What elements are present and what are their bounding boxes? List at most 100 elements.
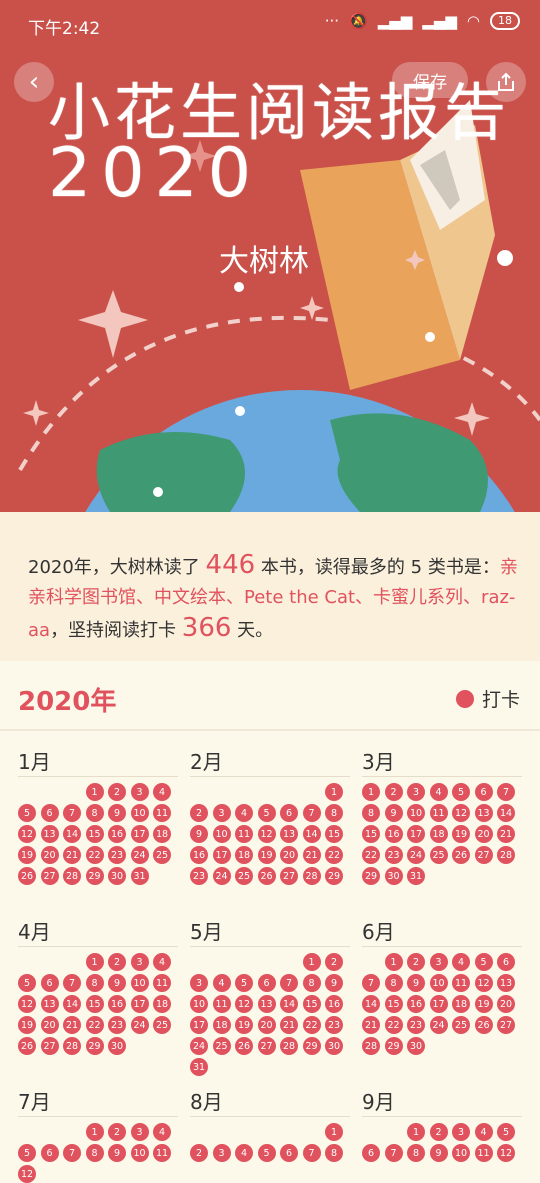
checkin-day: 20	[257, 1016, 276, 1034]
legend-label: 打卡	[481, 689, 520, 711]
checkin-day: 4	[212, 974, 231, 992]
checkin-day: 12	[257, 825, 276, 843]
day-grid: 1 2 3 4 5 6 7 8 9 10 11 12 13 14 15 16 17 18 19 20 21 22 23 24 2…	[18, 953, 178, 1055]
checkin-day: 7	[302, 1144, 321, 1162]
checkin-day: 2	[108, 1123, 126, 1141]
checkin-day: 22	[302, 1016, 321, 1034]
checkin-day: 5	[18, 804, 36, 822]
checkin-day: 29	[384, 1037, 403, 1055]
back-button[interactable]: ‹	[14, 62, 54, 102]
empty-cell	[362, 953, 380, 971]
empty-cell	[213, 953, 231, 971]
checkin-day: 17	[429, 995, 448, 1013]
checkin-day: 11	[153, 1144, 171, 1162]
checkin-day: 3	[407, 783, 425, 801]
globe-land-2	[330, 413, 488, 512]
star-3	[454, 402, 490, 436]
checkin-day: 17	[190, 1016, 208, 1034]
checkin-day: 1	[85, 953, 104, 971]
checkin-day: 20	[280, 846, 298, 864]
checkin-day: 5	[474, 953, 493, 971]
checkin-day: 24	[212, 867, 231, 885]
save-button[interactable]: 保存	[392, 62, 468, 98]
calendar-year: 2020年	[18, 687, 117, 717]
checkin-day: 26	[235, 1037, 253, 1055]
checkin-day: 23	[384, 846, 403, 864]
checkin-day: 18	[153, 825, 171, 843]
calendar-header: 2020年 打卡	[0, 661, 540, 729]
checkin-day: 15	[85, 995, 104, 1013]
summary-part1: 2020年，大树林读了	[28, 557, 200, 578]
checkin-day: 3	[190, 974, 208, 992]
share-button[interactable]	[486, 62, 526, 102]
checkin-day: 19	[452, 825, 470, 843]
checkin-day: 28	[497, 846, 515, 864]
checkin-day: 26	[452, 846, 470, 864]
checkin-day: 14	[497, 804, 515, 822]
checkin-day: 12	[497, 1144, 515, 1162]
day-grid: 1 2 3 4 5 6 7 8 9 10 11 12 13 14 15 16 17 18 19 20 21 22 23 24 2…	[362, 953, 522, 1055]
empty-cell	[385, 1123, 403, 1141]
checkin-day: 25	[153, 1016, 171, 1034]
checkin-day: 28	[280, 1037, 298, 1055]
checkin-day: 11	[153, 804, 171, 822]
checkin-day: 2	[108, 783, 126, 801]
report-year: 2020	[48, 134, 262, 213]
day-grid: 1 2 3 4 5 6 7 8 9 10 11 12 13 14 15 16 17 18 19 20 21 22 23 24 2…	[18, 783, 178, 885]
day-grid: 1 2345678	[190, 1123, 350, 1162]
checkin-day: 7	[302, 804, 321, 822]
checkin-day: 4	[153, 783, 171, 801]
summary-part4: 天。	[237, 620, 274, 641]
checkin-dot-icon	[455, 689, 474, 708]
checkin-day: 29	[362, 867, 380, 885]
day-grid: 1 2 3 4 5 6 7 8 9 10 11 12 13 14 15 16 17 18 19 20 21 22 23 24 2…	[190, 783, 350, 885]
checkin-day: 13	[474, 804, 493, 822]
checkin-day: 27	[474, 846, 493, 864]
checkin-day: 12	[18, 995, 36, 1013]
checkin-day: 4	[474, 1123, 493, 1141]
checkin-day: 28	[63, 867, 81, 885]
checkin-day: 21	[280, 1016, 298, 1034]
checkin-day: 16	[407, 995, 425, 1013]
checkin-day: 7	[63, 804, 81, 822]
star-2	[23, 400, 49, 426]
checkin-day: 6	[474, 783, 493, 801]
checkin-day: 5	[497, 1123, 515, 1141]
checkin-day: 11	[235, 825, 253, 843]
checkin-day: 17	[130, 995, 149, 1013]
checkin-day: 7	[497, 783, 515, 801]
checkin-day: 31	[130, 867, 149, 885]
checkin-day: 19	[474, 995, 493, 1013]
checkin-day: 1	[85, 783, 104, 801]
checkin-day: 3	[130, 783, 149, 801]
checkin-day: 30	[108, 867, 126, 885]
checkin-day: 23	[108, 1016, 126, 1034]
checkin-day: 24	[407, 846, 425, 864]
empty-cell	[190, 783, 208, 801]
more-dots-icon: ···	[324, 12, 339, 30]
checkin-day: 1	[407, 1123, 425, 1141]
checkin-day: 18	[452, 995, 470, 1013]
checkin-day: 12	[235, 995, 253, 1013]
month-label: 9月	[362, 1086, 522, 1117]
checkin-day: 14	[280, 995, 298, 1013]
checkin-day: 23	[108, 846, 126, 864]
checkin-day: 15	[384, 995, 403, 1013]
checkin-day: 7	[280, 974, 298, 992]
month-calendar: 3月 1 2 3 4 5 6 7 8 9 10 11 12 13 14 15 16 17 18 19 20 21 22 23 2…	[362, 746, 522, 885]
status-bar: 下午2:42 ··· 🔕 ▂▄▆ ▂▄▆ ◠ 18	[0, 0, 540, 48]
empty-cell	[235, 1123, 253, 1141]
checkin-day: 19	[18, 1016, 36, 1034]
month-calendar: 1月 1 2 3 4 5 6 7 8 9 10 11 12 13 14 15 16 17 18 19 20 21 22 23 2…	[18, 746, 178, 885]
empty-cell	[63, 1123, 81, 1141]
checkin-day: 18	[153, 995, 171, 1013]
checkin-day: 20	[474, 825, 493, 843]
checkin-day: 29	[85, 1037, 104, 1055]
checkin-day: 8	[302, 974, 321, 992]
wifi-icon: ◠	[466, 12, 480, 30]
star-1	[78, 290, 148, 358]
checkin-days: 366	[181, 613, 232, 643]
checkin-day: 21	[63, 1016, 81, 1034]
day-grid: 1 2 3 4 5 6 7 8 9 10 11 12	[362, 1123, 522, 1162]
empty-cell	[258, 1123, 276, 1141]
